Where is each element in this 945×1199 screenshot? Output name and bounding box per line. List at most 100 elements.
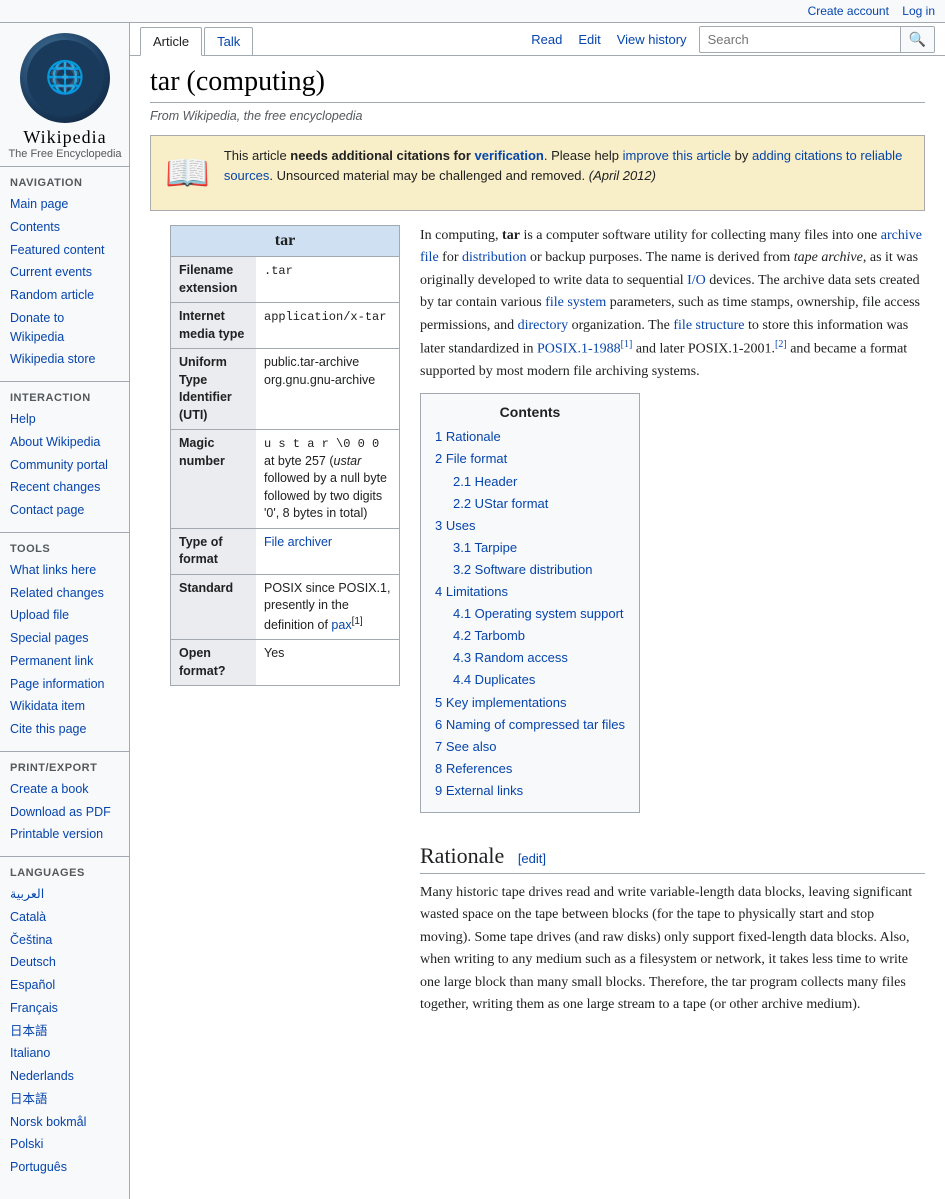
citation-icon: 📖 — [165, 146, 210, 200]
filesystem-link[interactable]: file system — [545, 295, 606, 310]
pax-link[interactable]: pax — [331, 618, 351, 632]
infobox-label-uti: Uniform Type Identifier (UTI) — [171, 349, 256, 429]
infobox-row-open: Open format? Yes — [171, 639, 399, 685]
file-archiver-link[interactable]: File archiver — [264, 535, 332, 549]
toc-link-9[interactable]: 9 External links — [435, 783, 523, 798]
sidebar-item-lang-fr[interactable]: Français — [0, 997, 129, 1020]
sidebar-item-main-page[interactable]: Main page — [0, 193, 129, 216]
rationale-edit-anchor[interactable]: [edit] — [518, 851, 546, 866]
toc-link-4-3[interactable]: 4.3 Random access — [453, 650, 568, 665]
interaction-section-title: Interaction — [0, 388, 129, 408]
toc-link-4[interactable]: 4 Limitations — [435, 584, 508, 599]
logo-area: 🌐 Wikipedia The Free Encyclopedia — [0, 33, 130, 160]
toc-link-4-4[interactable]: 4.4 Duplicates — [453, 672, 535, 687]
infobox: tar Filename extension .tar Internet med… — [170, 225, 400, 686]
search-box: 🔍 — [699, 26, 935, 53]
toc-link-1[interactable]: 1 Rationale — [435, 429, 501, 444]
directory-link[interactable]: directory — [518, 318, 569, 333]
sidebar-item-lang-de[interactable]: Deutsch — [0, 951, 129, 974]
sidebar-item-featured[interactable]: Featured content — [0, 239, 129, 262]
toc-link-8[interactable]: 8 References — [435, 761, 512, 776]
toc-link-4-1[interactable]: 4.1 Operating system support — [453, 606, 624, 621]
sidebar-item-wikidata[interactable]: Wikidata item — [0, 695, 129, 718]
ref2[interactable]: [2] — [775, 339, 787, 350]
toc-link-6[interactable]: 6 Naming of compressed tar files — [435, 717, 625, 732]
tab-article[interactable]: Article — [140, 27, 202, 56]
sidebar-item-download-pdf[interactable]: Download as PDF — [0, 801, 129, 824]
sidebar-item-related-changes[interactable]: Related changes — [0, 582, 129, 605]
tools-section-title: Tools — [0, 539, 129, 559]
toc-item-4: 4 Limitations — [435, 581, 625, 603]
toc-item-3-1: 3.1 Tarpipe — [453, 537, 625, 559]
search-button[interactable]: 🔍 — [900, 27, 934, 52]
infobox-label-type: Type of format — [171, 529, 256, 574]
sidebar-item-help[interactable]: Help — [0, 408, 129, 431]
toc-item-2-1: 2.1 Header — [453, 471, 625, 493]
toc-link-3[interactable]: 3 Uses — [435, 518, 475, 533]
sidebar-item-donate[interactable]: Donate to Wikipedia — [0, 307, 129, 349]
toc-item-4-3: 4.3 Random access — [453, 647, 625, 669]
toc-link-5[interactable]: 5 Key implementations — [435, 695, 567, 710]
sidebar-item-printable[interactable]: Printable version — [0, 823, 129, 846]
file-structure-link[interactable]: file structure — [673, 318, 744, 333]
view-history-button[interactable]: View history — [613, 28, 691, 51]
sidebar-item-lang-cs[interactable]: Čeština — [0, 929, 129, 952]
sidebar-item-page-info[interactable]: Page information — [0, 673, 129, 696]
citation-box: 📖 This article needs additional citation… — [150, 135, 925, 211]
sidebar-item-what-links[interactable]: What links here — [0, 559, 129, 582]
sidebar-item-lang-es[interactable]: Español — [0, 974, 129, 997]
sidebar-item-lang-jp4[interactable]: 日本語 — [0, 1020, 129, 1043]
sidebar-item-community[interactable]: Community portal — [0, 454, 129, 477]
top-bar: Create account Log in — [0, 0, 945, 23]
toc-link-3-1[interactable]: 3.1 Tarpipe — [453, 540, 517, 555]
create-account-link[interactable]: Create account — [808, 4, 889, 18]
sidebar-item-lang-pl[interactable]: Polski — [0, 1133, 129, 1156]
print-section-title: Print/export — [0, 758, 129, 778]
sidebar-item-recent[interactable]: Recent changes — [0, 476, 129, 499]
io-link[interactable]: I/O — [687, 273, 706, 288]
verification-link[interactable]: verification — [475, 148, 544, 163]
toc-link-2-2[interactable]: 2.2 UStar format — [453, 496, 548, 511]
tab-talk[interactable]: Talk — [204, 27, 253, 55]
sidebar-item-lang-ca[interactable]: Català — [0, 906, 129, 929]
sidebar-item-random[interactable]: Random article — [0, 284, 129, 307]
logo-title: Wikipedia — [8, 127, 121, 148]
sidebar-item-current-events[interactable]: Current events — [0, 261, 129, 284]
sidebar-item-lang-nb[interactable]: Norsk bokmål — [0, 1111, 129, 1134]
search-input[interactable] — [700, 28, 900, 51]
sidebar-item-store[interactable]: Wikipedia store — [0, 348, 129, 371]
toc-link-7[interactable]: 7 See also — [435, 739, 496, 754]
toc-link-2[interactable]: 2 File format — [435, 451, 507, 466]
sidebar-item-create-book[interactable]: Create a book — [0, 778, 129, 801]
sidebar-item-lang-it[interactable]: Italiano — [0, 1042, 129, 1065]
sidebar-item-lang-ar[interactable]: العربية — [0, 883, 129, 906]
sidebar-item-cite[interactable]: Cite this page — [0, 718, 129, 741]
posix-link[interactable]: POSIX.1-1988 — [537, 342, 621, 357]
contents-title: Contents — [435, 404, 625, 420]
sidebar-item-about[interactable]: About Wikipedia — [0, 431, 129, 454]
article-title: tar (computing) — [150, 66, 925, 103]
read-button[interactable]: Read — [527, 28, 566, 51]
toc-link-2-1[interactable]: 2.1 Header — [453, 474, 517, 489]
toc-sub-4: 4.1 Operating system support 4.2 Tarbomb… — [453, 603, 625, 691]
edit-button[interactable]: Edit — [574, 28, 604, 51]
rationale-edit-link[interactable]: [edit] — [518, 851, 546, 866]
improve-article-link[interactable]: improve this article — [623, 148, 731, 163]
ref1[interactable]: [1] — [621, 339, 633, 350]
infobox-value-standard: POSIX since POSIX.1, presently in the de… — [256, 575, 399, 640]
sidebar-item-contact[interactable]: Contact page — [0, 499, 129, 522]
sidebar-item-lang-nl[interactable]: Nederlands — [0, 1065, 129, 1088]
sidebar-item-upload[interactable]: Upload file — [0, 604, 129, 627]
sidebar-item-permanent[interactable]: Permanent link — [0, 650, 129, 673]
distribution-link[interactable]: distribution — [462, 250, 527, 265]
log-in-link[interactable]: Log in — [902, 4, 935, 18]
citation-text: This article needs additional citations … — [224, 146, 910, 185]
sidebar-item-special[interactable]: Special pages — [0, 627, 129, 650]
sidebar-item-lang-pt[interactable]: Português — [0, 1156, 129, 1179]
toc-link-4-2[interactable]: 4.2 Tarbomb — [453, 628, 525, 643]
sidebar-item-lang-ja[interactable]: 日本語 — [0, 1088, 129, 1111]
sidebar-item-contents[interactable]: Contents — [0, 216, 129, 239]
infobox-label-media: Internet media type — [171, 303, 256, 348]
infobox-row-media: Internet media type application/x-tar — [171, 302, 399, 348]
toc-link-3-2[interactable]: 3.2 Software distribution — [453, 562, 592, 577]
